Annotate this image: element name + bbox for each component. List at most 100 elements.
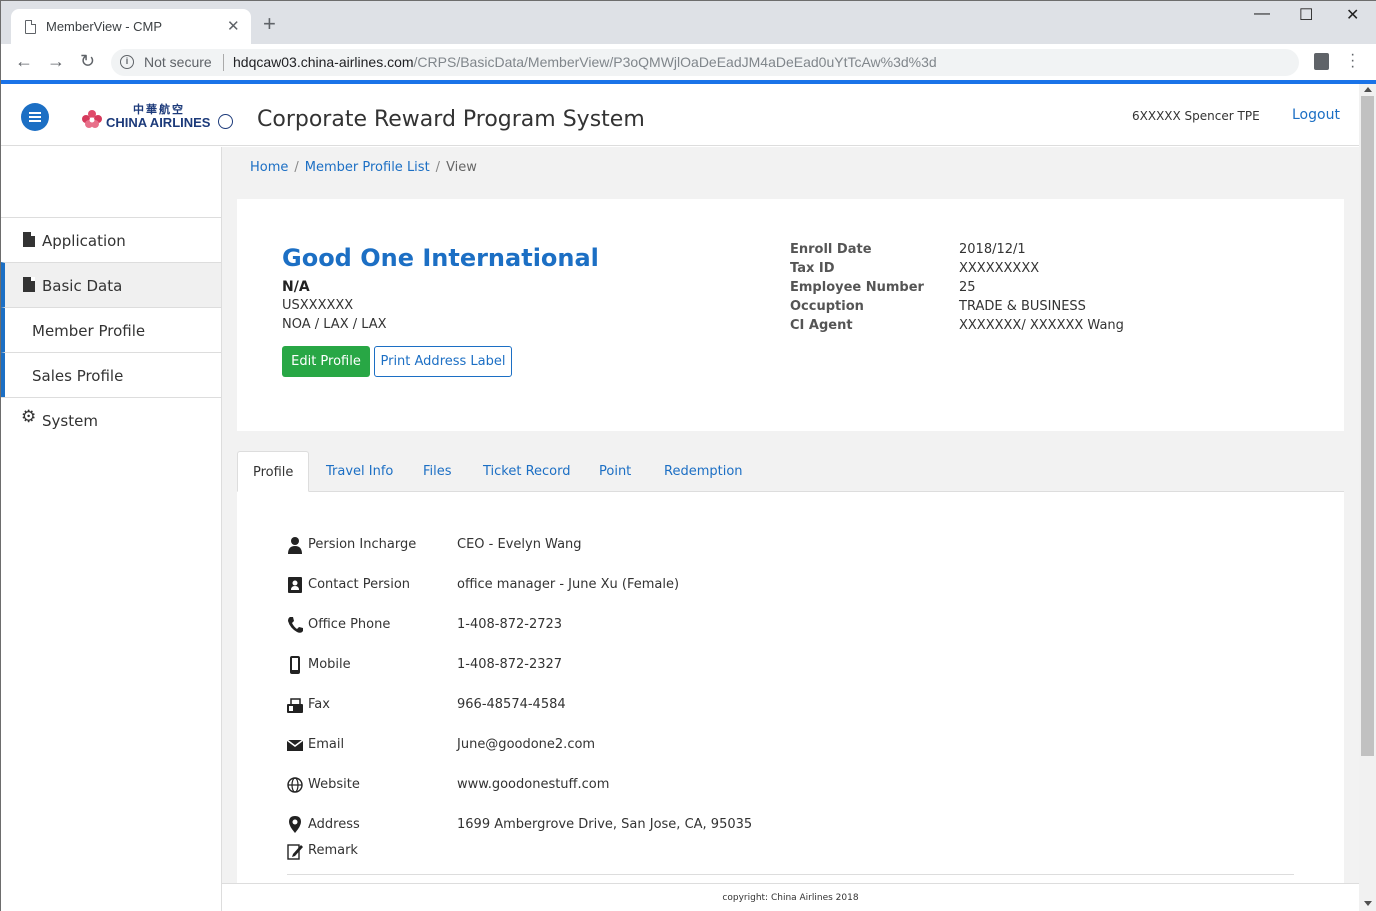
profile-value: June@goodone2.com <box>457 737 596 752</box>
fax-icon <box>287 698 303 713</box>
url-path: /CRPS/BasicData/MemberView/P3oQMWjlOaDeE… <box>413 54 937 70</box>
info-icon[interactable]: i <box>120 55 134 69</box>
member-route: NOA / LAX / LAX <box>282 317 387 332</box>
browser-toolbar: ← → ↻ i Not secure hdqcaw03.china-airlin… <box>1 44 1376 80</box>
sidebar-item-label: System <box>42 412 98 430</box>
tab-profile[interactable]: Profile <box>237 451 310 492</box>
main-content: Home / Member Profile List / View Good One I… <box>222 147 1359 911</box>
tab-point[interactable]: Point <box>599 451 631 492</box>
edit-note-icon <box>287 844 303 860</box>
app-header: 中華航空 CHINA AIRLINES Corporate Reward Pro… <box>1 84 1359 146</box>
tab-redemption[interactable]: Redemption <box>664 451 743 492</box>
skyteam-icon <box>218 114 233 129</box>
sidebar-item-member-profile[interactable]: Member Profile <box>1 307 221 352</box>
document-icon <box>23 232 35 247</box>
gear-icon: ⚙ <box>21 407 37 427</box>
tab-close-icon[interactable]: ✕ <box>227 17 240 35</box>
person-icon <box>288 537 302 554</box>
hamburger-menu-icon[interactable] <box>21 103 49 131</box>
sidebar-item-label: Basic Data <box>42 277 123 295</box>
member-name: Good One International <box>282 244 599 272</box>
tab-travel-info[interactable]: Travel Info <box>326 451 393 492</box>
breadcrumb: Home / Member Profile List / View <box>250 160 477 175</box>
maximize-icon[interactable]: ☐ <box>1299 5 1313 25</box>
breadcrumb-separator: / <box>435 160 441 175</box>
tab-files[interactable]: Files <box>423 451 452 492</box>
profile-key: Address <box>308 817 360 832</box>
profile-key: Email <box>308 737 345 752</box>
envelope-icon <box>287 739 303 751</box>
profile-tabs: Profile Travel Info Files Ticket Record … <box>237 451 1344 492</box>
new-tab-icon[interactable]: + <box>263 13 276 35</box>
profile-key: Office Phone <box>308 617 391 632</box>
page-scrollbar[interactable] <box>1359 84 1376 911</box>
sidebar-item-system[interactable]: ⚙ System <box>1 397 221 442</box>
url-text[interactable]: hdqcaw03.china-airlines.com/CRPS/BasicDa… <box>233 54 937 70</box>
profile-key: Website <box>308 777 360 792</box>
sidebar-item-basic-data[interactable]: Basic Data <box>1 262 221 307</box>
address-divider <box>223 54 224 71</box>
profile-key: Persion Incharge <box>308 537 417 552</box>
extension-icon[interactable] <box>1314 53 1329 70</box>
app-title: Corporate Reward Program System <box>257 107 645 132</box>
divider <box>287 874 1294 875</box>
forward-icon[interactable]: → <box>47 51 65 72</box>
detail-value: 2018/12/1 <box>959 242 1026 257</box>
sidebar: Application Basic Data Member Profile Sa… <box>1 147 222 911</box>
profile-value: www.goodonestuff.com <box>457 777 610 792</box>
detail-value: 25 <box>959 280 976 295</box>
breadcrumb-home-link[interactable]: Home <box>250 160 288 175</box>
print-address-label-button[interactable]: Print Address Label <box>374 346 512 377</box>
sidebar-item-label: Member Profile <box>32 322 146 340</box>
close-window-icon[interactable]: ✕ <box>1346 5 1359 25</box>
map-pin-icon <box>289 816 301 833</box>
scroll-up-icon[interactable] <box>1364 87 1372 92</box>
member-summary-card: Good One International N/A USXXXXXX NOA … <box>237 199 1344 431</box>
sidebar-item-sales-profile[interactable]: Sales Profile <box>1 352 221 397</box>
edit-profile-button[interactable]: Edit Profile <box>282 346 370 377</box>
sidebar-item-label: Application <box>42 232 126 250</box>
detail-value: XXXXXXX/ XXXXXX Wang <box>959 318 1124 333</box>
security-label: Not secure <box>144 54 212 70</box>
detail-key: Occuption <box>790 299 864 314</box>
profile-value: 1-408-872-2327 <box>457 657 563 672</box>
back-icon[interactable]: ← <box>15 51 33 72</box>
profile-value: 966-48574-4584 <box>457 697 566 712</box>
scroll-down-icon[interactable] <box>1364 901 1372 906</box>
reload-icon[interactable]: ↻ <box>80 51 95 72</box>
sidebar-item-label: Sales Profile <box>32 367 124 385</box>
sidebar-item-application[interactable]: Application <box>1 217 221 262</box>
china-airlines-logo[interactable]: 中華航空 CHINA AIRLINES <box>81 101 241 133</box>
member-status: N/A <box>282 279 310 295</box>
profile-panel: Persion Incharge CEO - Evelyn Wang Conta… <box>237 492 1344 887</box>
browser-menu-icon[interactable]: · · · <box>1350 47 1355 75</box>
breadcrumb-current: View <box>446 160 477 175</box>
logout-link[interactable]: Logout <box>1292 107 1340 123</box>
address-bar[interactable]: i Not secure hdqcaw03.china-airlines.com… <box>111 49 1299 76</box>
profile-value: 1-408-872-2723 <box>457 617 563 632</box>
current-user: 6XXXXX Spencer TPE <box>1132 109 1260 123</box>
plum-blossom-icon <box>82 110 102 128</box>
detail-key: Employee Number <box>790 280 924 295</box>
scrollbar-thumb[interactable] <box>1361 96 1374 756</box>
profile-key: Mobile <box>308 657 351 672</box>
detail-key: CI Agent <box>790 318 853 333</box>
breadcrumb-list-link[interactable]: Member Profile List <box>305 160 430 175</box>
copyright-text: copyright: China Airlines 2018 <box>722 893 859 903</box>
profile-key: Remark <box>308 843 358 858</box>
footer: copyright: China Airlines 2018 <box>222 883 1359 911</box>
document-icon <box>23 277 35 292</box>
detail-key: Enroll Date <box>790 242 872 257</box>
member-code: USXXXXXX <box>282 298 354 313</box>
page-icon <box>25 20 36 34</box>
tab-ticket-record[interactable]: Ticket Record <box>483 451 571 492</box>
detail-value: XXXXXXXXX <box>959 261 1040 276</box>
profile-key: Contact Persion <box>308 577 411 592</box>
browser-tab[interactable]: MemberView - CMP ✕ <box>11 9 251 44</box>
globe-icon <box>287 777 303 793</box>
minimize-icon[interactable]: — <box>1254 5 1270 23</box>
url-host: hdqcaw03.china-airlines.com <box>233 54 414 70</box>
breadcrumb-separator: / <box>294 160 299 175</box>
logo-english-text: CHINA AIRLINES <box>106 115 211 130</box>
profile-key: Fax <box>308 697 330 712</box>
